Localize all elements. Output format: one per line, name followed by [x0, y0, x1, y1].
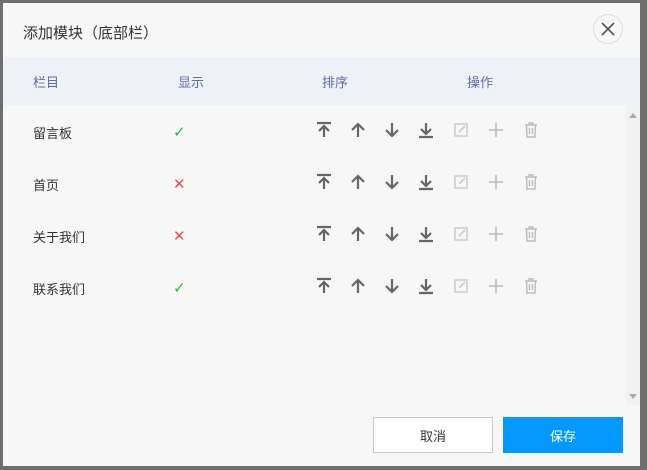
- row-name: 关于我们: [33, 231, 86, 246]
- move-bottom-icon[interactable]: [417, 121, 435, 139]
- table-row: 留言板 ✓: [3, 105, 626, 157]
- add-icon[interactable]: [487, 225, 505, 243]
- move-bottom-icon[interactable]: [417, 277, 435, 295]
- add-icon[interactable]: [487, 173, 505, 191]
- move-up-icon[interactable]: [349, 173, 367, 191]
- add-icon[interactable]: [487, 277, 505, 295]
- delete-icon[interactable]: [522, 121, 540, 139]
- move-top-icon[interactable]: [315, 121, 333, 139]
- scroll-up-icon[interactable]: [629, 113, 637, 118]
- table-row: 首页 ✕: [3, 157, 626, 209]
- header-column: 栏目: [33, 76, 60, 91]
- scrollbar[interactable]: [626, 105, 640, 405]
- delete-icon[interactable]: [522, 173, 540, 191]
- scroll-down-icon[interactable]: [629, 394, 637, 399]
- row-name: 联系我们: [33, 283, 86, 298]
- header-order: 排序: [322, 76, 349, 91]
- move-bottom-icon[interactable]: [417, 225, 435, 243]
- header-show: 显示: [178, 76, 205, 91]
- hidden-cross-icon[interactable]: ✕: [173, 227, 186, 245]
- move-down-icon[interactable]: [383, 225, 401, 243]
- table-row: 关于我们 ✕: [3, 209, 626, 261]
- move-top-icon[interactable]: [315, 225, 333, 243]
- edit-icon[interactable]: [452, 225, 470, 243]
- move-down-icon[interactable]: [383, 277, 401, 295]
- move-top-icon[interactable]: [315, 277, 333, 295]
- dialog-title: 添加模块（底部栏）: [23, 24, 159, 42]
- move-up-icon[interactable]: [349, 225, 367, 243]
- visible-check-icon[interactable]: ✓: [173, 123, 186, 141]
- move-top-icon[interactable]: [315, 173, 333, 191]
- move-up-icon[interactable]: [349, 121, 367, 139]
- edit-icon[interactable]: [452, 173, 470, 191]
- add-icon[interactable]: [487, 121, 505, 139]
- row-name: 首页: [33, 179, 60, 194]
- move-up-icon[interactable]: [349, 277, 367, 295]
- row-name: 留言板: [33, 127, 73, 142]
- visible-check-icon[interactable]: ✓: [173, 279, 186, 297]
- save-button[interactable]: 保存: [503, 417, 623, 453]
- add-module-dialog: 添加模块（底部栏） 栏目 显示 排序 操作 留言板 ✓ 首页 ✕ 关于我们 ✕ 联系我们 ✓ …: [3, 3, 640, 466]
- delete-icon[interactable]: [522, 225, 540, 243]
- move-down-icon[interactable]: [383, 173, 401, 191]
- hidden-cross-icon[interactable]: ✕: [173, 175, 186, 193]
- table-body: 留言板 ✓ 首页 ✕ 关于我们 ✕ 联系我们 ✓: [3, 105, 626, 405]
- cancel-button[interactable]: 取消: [373, 417, 493, 453]
- move-bottom-icon[interactable]: [417, 173, 435, 191]
- close-button[interactable]: [593, 14, 623, 44]
- delete-icon[interactable]: [522, 277, 540, 295]
- table-header: 栏目 显示 排序 操作: [3, 57, 640, 105]
- move-down-icon[interactable]: [383, 121, 401, 139]
- edit-icon[interactable]: [452, 277, 470, 295]
- edit-icon[interactable]: [452, 121, 470, 139]
- table-row: 联系我们 ✓: [3, 261, 626, 313]
- header-actions: 操作: [467, 76, 494, 91]
- close-icon: [601, 22, 615, 36]
